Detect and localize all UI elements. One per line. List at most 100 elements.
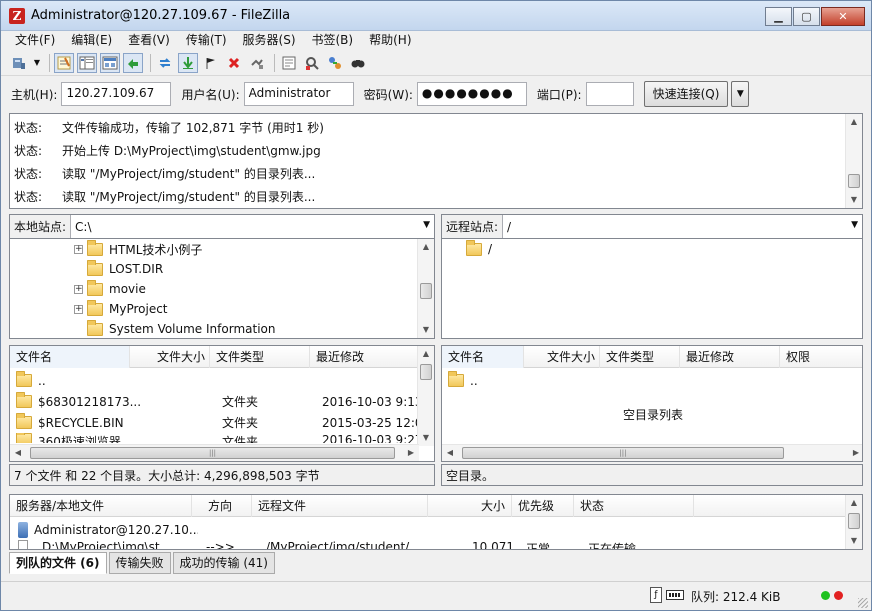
toggle-queue-icon[interactable]: [123, 52, 143, 73]
scroll-up-icon[interactable]: ▲: [846, 495, 862, 511]
scroll-up-icon[interactable]: ▲: [846, 114, 862, 130]
refresh-icon[interactable]: [155, 53, 175, 73]
queue-scrollbar[interactable]: ▲ ▼: [845, 495, 862, 549]
scroll-thumb[interactable]: [848, 174, 860, 188]
column-direction[interactable]: 方向: [192, 495, 252, 517]
toggle-log-icon[interactable]: [54, 52, 74, 73]
table-row[interactable]: ..: [10, 370, 138, 391]
expand-icon[interactable]: +: [74, 304, 83, 314]
remote-site-path[interactable]: / ▼: [502, 215, 862, 238]
tree-item[interactable]: + MyProject: [74, 299, 168, 319]
tab-successful-transfers[interactable]: 成功的传输 (41): [172, 552, 275, 574]
menu-help[interactable]: 帮助(H): [361, 31, 419, 49]
column-filesize[interactable]: 文件大小: [524, 346, 600, 368]
directory-listing-filter-icon[interactable]: [279, 53, 299, 73]
tree-item[interactable]: /: [466, 239, 492, 259]
expand-icon[interactable]: +: [74, 244, 83, 254]
expand-icon[interactable]: +: [74, 284, 83, 294]
column-filename[interactable]: 文件名: [442, 346, 524, 368]
scroll-thumb[interactable]: [420, 283, 432, 299]
minimize-button[interactable]: ▁: [765, 7, 792, 26]
disconnect-icon[interactable]: [224, 53, 244, 73]
table-row[interactable]: $RECYCLE.BIN 文件夹 2015-03-25 12:0...: [10, 412, 425, 433]
local-list-hscrollbar[interactable]: ◀ ||| ▶: [10, 444, 419, 461]
local-tree-scrollbar[interactable]: ▲ ▼: [417, 239, 434, 338]
local-directory-tree[interactable]: + HTML技术小例子 LOST.DIR + movie + MyProject Sy…: [9, 239, 435, 339]
resize-grip-icon[interactable]: [858, 598, 868, 608]
log-scrollbar[interactable]: ▲ ▼: [845, 114, 862, 208]
column-filetype[interactable]: 文件类型: [210, 346, 310, 368]
toggle-local-tree-icon[interactable]: [77, 52, 97, 73]
search-remote-files-icon[interactable]: [348, 53, 368, 73]
tab-failed-transfers[interactable]: 传输失败: [108, 552, 171, 574]
menu-edit[interactable]: 编辑(E): [63, 31, 120, 49]
scroll-down-icon[interactable]: ▼: [846, 533, 862, 549]
menu-transfer[interactable]: 传输(T): [178, 31, 235, 49]
tree-item[interactable]: System Volume Information: [74, 319, 275, 338]
column-permissions[interactable]: 权限: [780, 346, 862, 368]
table-row[interactable]: ..: [442, 370, 570, 391]
remote-list-hscrollbar[interactable]: ◀ ||| ▶: [442, 444, 862, 461]
menu-file[interactable]: 文件(F): [7, 31, 63, 49]
column-modified[interactable]: 最近修改: [680, 346, 780, 368]
tree-item[interactable]: LOST.DIR: [74, 259, 163, 279]
chevron-down-icon[interactable]: ▼: [423, 220, 430, 230]
site-manager-icon[interactable]: [9, 53, 29, 73]
transfer-queue[interactable]: 服务器/本地文件 方向 远程文件 大小 优先级 状态 Administrator…: [9, 494, 863, 550]
column-server-local-file[interactable]: 服务器/本地文件: [10, 495, 192, 517]
table-row[interactable]: $68301218173...文件夹2016-10-03 9:13:...: [10, 391, 425, 412]
scroll-thumb[interactable]: |||: [30, 447, 395, 459]
column-remote-file[interactable]: 远程文件: [252, 495, 428, 517]
menu-bookmarks[interactable]: 书签(B): [304, 31, 362, 49]
menu-view[interactable]: 查看(V): [120, 31, 178, 49]
column-priority[interactable]: 优先级: [512, 495, 574, 517]
cancel-operation-icon[interactable]: [201, 53, 221, 73]
scroll-down-icon[interactable]: ▼: [418, 430, 434, 446]
table-row[interactable]: Administrator@120.27.10...: [10, 519, 198, 540]
table-row[interactable]: 360极速浏览器文件夹2016-10-03 9:27:...: [10, 433, 425, 443]
scroll-down-icon[interactable]: ▼: [846, 192, 862, 208]
scroll-up-icon[interactable]: ▲: [418, 239, 434, 255]
column-size[interactable]: 大小: [428, 495, 512, 517]
scroll-thumb[interactable]: |||: [462, 447, 784, 459]
scroll-thumb[interactable]: [420, 364, 432, 380]
tree-item[interactable]: + movie: [74, 279, 146, 299]
menu-server[interactable]: 服务器(S): [235, 31, 304, 49]
remote-directory-tree[interactable]: /: [441, 239, 863, 339]
maximize-button[interactable]: ▢: [793, 7, 820, 26]
chevron-down-icon[interactable]: ▼: [851, 220, 858, 230]
compare-directories-icon[interactable]: [302, 53, 322, 73]
scroll-left-icon[interactable]: ◀: [442, 445, 458, 461]
process-queue-icon[interactable]: [178, 52, 198, 73]
synchronized-browsing-icon[interactable]: [325, 53, 345, 73]
scroll-left-icon[interactable]: ◀: [10, 445, 26, 461]
toggle-remote-tree-icon[interactable]: [100, 52, 120, 73]
title-bar[interactable]: Z Administrator@120.27.109.67 - FileZill…: [1, 1, 871, 31]
message-log[interactable]: 状态: 文件传输成功，传输了 102,871 字节 (用时1 秒) 状态: 开始上传…: [9, 113, 863, 209]
scroll-up-icon[interactable]: ▲: [418, 346, 434, 362]
quickconnect-button[interactable]: 快速连接(Q): [643, 81, 729, 107]
column-filename[interactable]: 文件名: [10, 346, 130, 368]
column-filetype[interactable]: 文件类型: [600, 346, 680, 368]
local-site-path[interactable]: C:\ ▼: [70, 215, 434, 238]
column-filesize[interactable]: 文件大小: [130, 346, 210, 368]
scroll-right-icon[interactable]: ▶: [848, 445, 862, 461]
host-input[interactable]: 120.27.109.67: [61, 82, 172, 106]
remote-file-list[interactable]: 文件名 文件大小 文件类型 最近修改 权限 .. 空目录列表 ◀ ||| ▶: [441, 345, 863, 462]
port-input[interactable]: [585, 82, 634, 106]
column-status[interactable]: 状态: [574, 495, 694, 517]
password-input[interactable]: ●●●●●●●●: [416, 82, 527, 106]
close-button[interactable]: ✕: [821, 7, 865, 26]
quickconnect-dropdown-button[interactable]: ▼: [731, 81, 750, 107]
reconnect-icon[interactable]: [247, 53, 267, 73]
tree-item[interactable]: + HTML技术小例子: [74, 239, 202, 259]
column-modified[interactable]: 最近修改: [310, 346, 419, 368]
scroll-down-icon[interactable]: ▼: [418, 322, 434, 338]
scroll-thumb[interactable]: [848, 513, 860, 529]
local-file-list[interactable]: 文件名 文件大小 文件类型 最近修改 .. $68301218173... 文件夹…: [9, 345, 435, 462]
username-input[interactable]: Administrator: [243, 82, 354, 106]
site-manager-dropdown-icon[interactable]: ▼: [32, 53, 42, 73]
tab-queued-files[interactable]: 列队的文件 (6): [9, 552, 107, 574]
local-list-vscrollbar[interactable]: ▲ ▼: [417, 346, 434, 446]
scroll-right-icon[interactable]: ▶: [403, 445, 419, 461]
